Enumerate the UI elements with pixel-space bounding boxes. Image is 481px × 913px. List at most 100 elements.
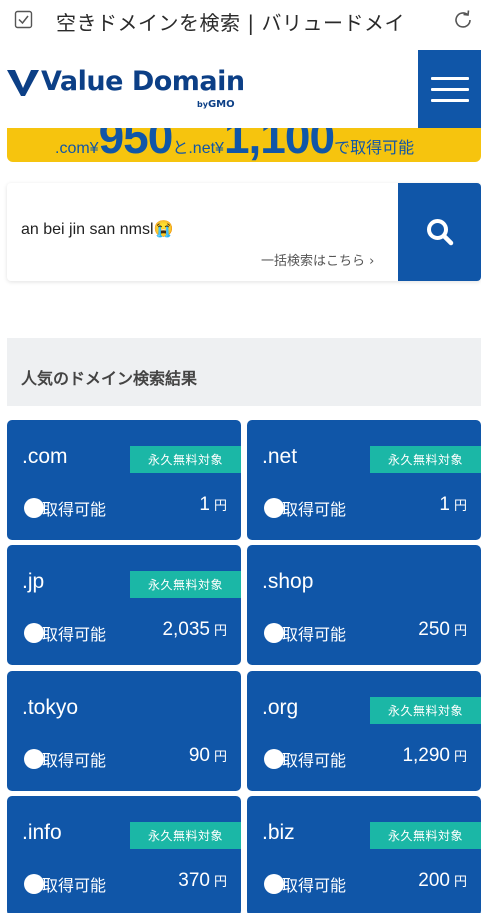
- available-circle-icon: [264, 749, 284, 769]
- availability-status: 取得可能: [264, 872, 346, 896]
- availability-status: 取得可能: [264, 496, 346, 520]
- domain-tld: .jp: [22, 570, 45, 593]
- free-forever-badge: 永久無料対象: [370, 822, 481, 849]
- price-value: 1: [439, 494, 450, 515]
- price-unit: 円: [453, 498, 467, 513]
- domain-card-org[interactable]: .org 永久無料対象 取得可能 1,290 円: [247, 671, 481, 791]
- status-text: 取得可能: [42, 625, 107, 644]
- price-unit: 円: [453, 749, 467, 764]
- available-circle-icon: [264, 874, 284, 894]
- promo-net-price: 1,100: [223, 128, 335, 162]
- promo-net-label: .net: [188, 140, 216, 157]
- status-text: 取得可能: [42, 751, 107, 770]
- popular-results-title: 人気のドメイン検索結果: [21, 369, 198, 388]
- popular-results-header: 人気のドメイン検索結果: [7, 338, 481, 406]
- domain-tld: .info: [22, 821, 62, 844]
- price-value: 1,290: [402, 745, 450, 766]
- domain-card-biz[interactable]: .biz 永久無料対象 取得可能 200 円: [247, 796, 481, 913]
- status-text: 取得可能: [282, 625, 347, 644]
- domain-card-tokyo[interactable]: .tokyo 取得可能 90 円: [7, 671, 241, 791]
- bulk-search-link[interactable]: 一括検索はこちら ›: [261, 250, 374, 269]
- logo-by: by: [197, 100, 208, 109]
- promo-com-price: 950: [98, 128, 174, 162]
- available-circle-icon: [264, 498, 284, 518]
- available-circle-icon: [24, 749, 44, 769]
- status-text: 取得可能: [282, 500, 347, 519]
- search-button[interactable]: [398, 183, 481, 281]
- domain-price: 250 円: [418, 619, 467, 641]
- logo-gmo: GMO: [207, 99, 235, 110]
- domain-price: 200 円: [418, 870, 467, 892]
- domain-price: 1円: [199, 494, 227, 516]
- domain-price: 1円: [439, 494, 467, 516]
- domain-card-com[interactable]: .com 永久無料対象 取得可能 1円: [7, 420, 241, 540]
- domain-tld: .shop: [262, 570, 314, 593]
- domain-search-input[interactable]: [21, 220, 361, 238]
- site-header: Value Domain byGMO: [0, 40, 481, 128]
- price-unit: 円: [213, 623, 227, 638]
- hamburger-line: [430, 98, 469, 102]
- value-domain-logo-mark-icon: [7, 70, 39, 96]
- search-icon: [426, 219, 453, 246]
- promo-text: .com¥950と.net¥1,100で取得可能: [55, 128, 414, 162]
- price-value: 90: [188, 745, 210, 766]
- domain-card-jp[interactable]: .jp 永久無料対象 取得可能 2,035 円: [7, 545, 241, 665]
- availability-status: 取得可能: [264, 621, 346, 645]
- browser-page-title: 空きドメインを検索 | バリュードメイ: [56, 11, 405, 35]
- available-circle-icon: [24, 623, 44, 643]
- price-unit: 円: [213, 749, 227, 764]
- domain-tld: .tokyo: [22, 696, 79, 719]
- reload-icon[interactable]: [451, 8, 475, 32]
- domain-price: 2,035 円: [162, 619, 227, 641]
- price-value: 200: [418, 870, 450, 891]
- available-circle-icon: [264, 623, 284, 643]
- free-forever-badge: 永久無料対象: [370, 697, 481, 724]
- domain-tld: .net: [262, 445, 298, 468]
- price-value: 2,035: [162, 619, 210, 640]
- domain-card-info[interactable]: .info 永久無料対象 取得可能 370 円: [7, 796, 241, 913]
- availability-status: 取得可能: [24, 872, 106, 896]
- domain-card-shop[interactable]: .shop 取得可能 250 円: [247, 545, 481, 665]
- hamburger-menu-button[interactable]: [418, 50, 481, 128]
- available-circle-icon: [24, 874, 44, 894]
- domain-tld: .biz: [262, 821, 295, 844]
- status-text: 取得可能: [42, 876, 107, 895]
- domain-price: 370 円: [178, 870, 227, 892]
- status-text: 取得可能: [282, 751, 347, 770]
- logo-text: Value Domain: [41, 66, 245, 97]
- available-circle-icon: [24, 498, 44, 518]
- logo-by-gmo: byGMO: [197, 99, 235, 110]
- price-value: 370: [178, 870, 210, 891]
- availability-status: 取得可能: [24, 621, 106, 645]
- availability-status: 取得可能: [24, 747, 106, 771]
- price-value: 250: [418, 619, 450, 640]
- domain-card-net[interactable]: .net 永久無料対象 取得可能 1円: [247, 420, 481, 540]
- price-unit: 円: [453, 623, 467, 638]
- availability-status: 取得可能: [24, 496, 106, 520]
- promo-and: と: [172, 140, 189, 157]
- shield-check-icon: [14, 10, 33, 29]
- status-text: 取得可能: [282, 876, 347, 895]
- promo-yen: ¥: [89, 140, 99, 157]
- price-unit: 円: [213, 874, 227, 889]
- domain-search-box: 一括検索はこちら ›: [7, 183, 481, 281]
- domain-price: 90 円: [189, 745, 227, 767]
- domain-tld: .com: [22, 445, 68, 468]
- hamburger-line: [430, 76, 469, 80]
- domain-price: 1,290 円: [402, 745, 467, 767]
- promo-suffix: で取得可能: [334, 140, 415, 157]
- promo-yen: ¥: [215, 140, 224, 157]
- free-forever-badge: 永久無料対象: [130, 571, 241, 598]
- value-domain-logo[interactable]: Value Domain byGMO: [7, 66, 257, 110]
- promo-banner[interactable]: .com¥950と.net¥1,100で取得可能: [7, 128, 481, 162]
- hamburger-line: [430, 87, 469, 91]
- browser-title-bar: 空きドメインを検索 | バリュードメイ: [0, 0, 481, 40]
- price-unit: 円: [453, 874, 467, 889]
- free-forever-badge: 永久無料対象: [130, 446, 241, 473]
- price-value: 1: [199, 494, 210, 515]
- free-forever-badge: 永久無料対象: [130, 822, 241, 849]
- domain-tld: .org: [262, 696, 299, 719]
- status-text: 取得可能: [42, 500, 107, 519]
- promo-com-label: .com: [55, 140, 90, 157]
- price-unit: 円: [213, 498, 227, 513]
